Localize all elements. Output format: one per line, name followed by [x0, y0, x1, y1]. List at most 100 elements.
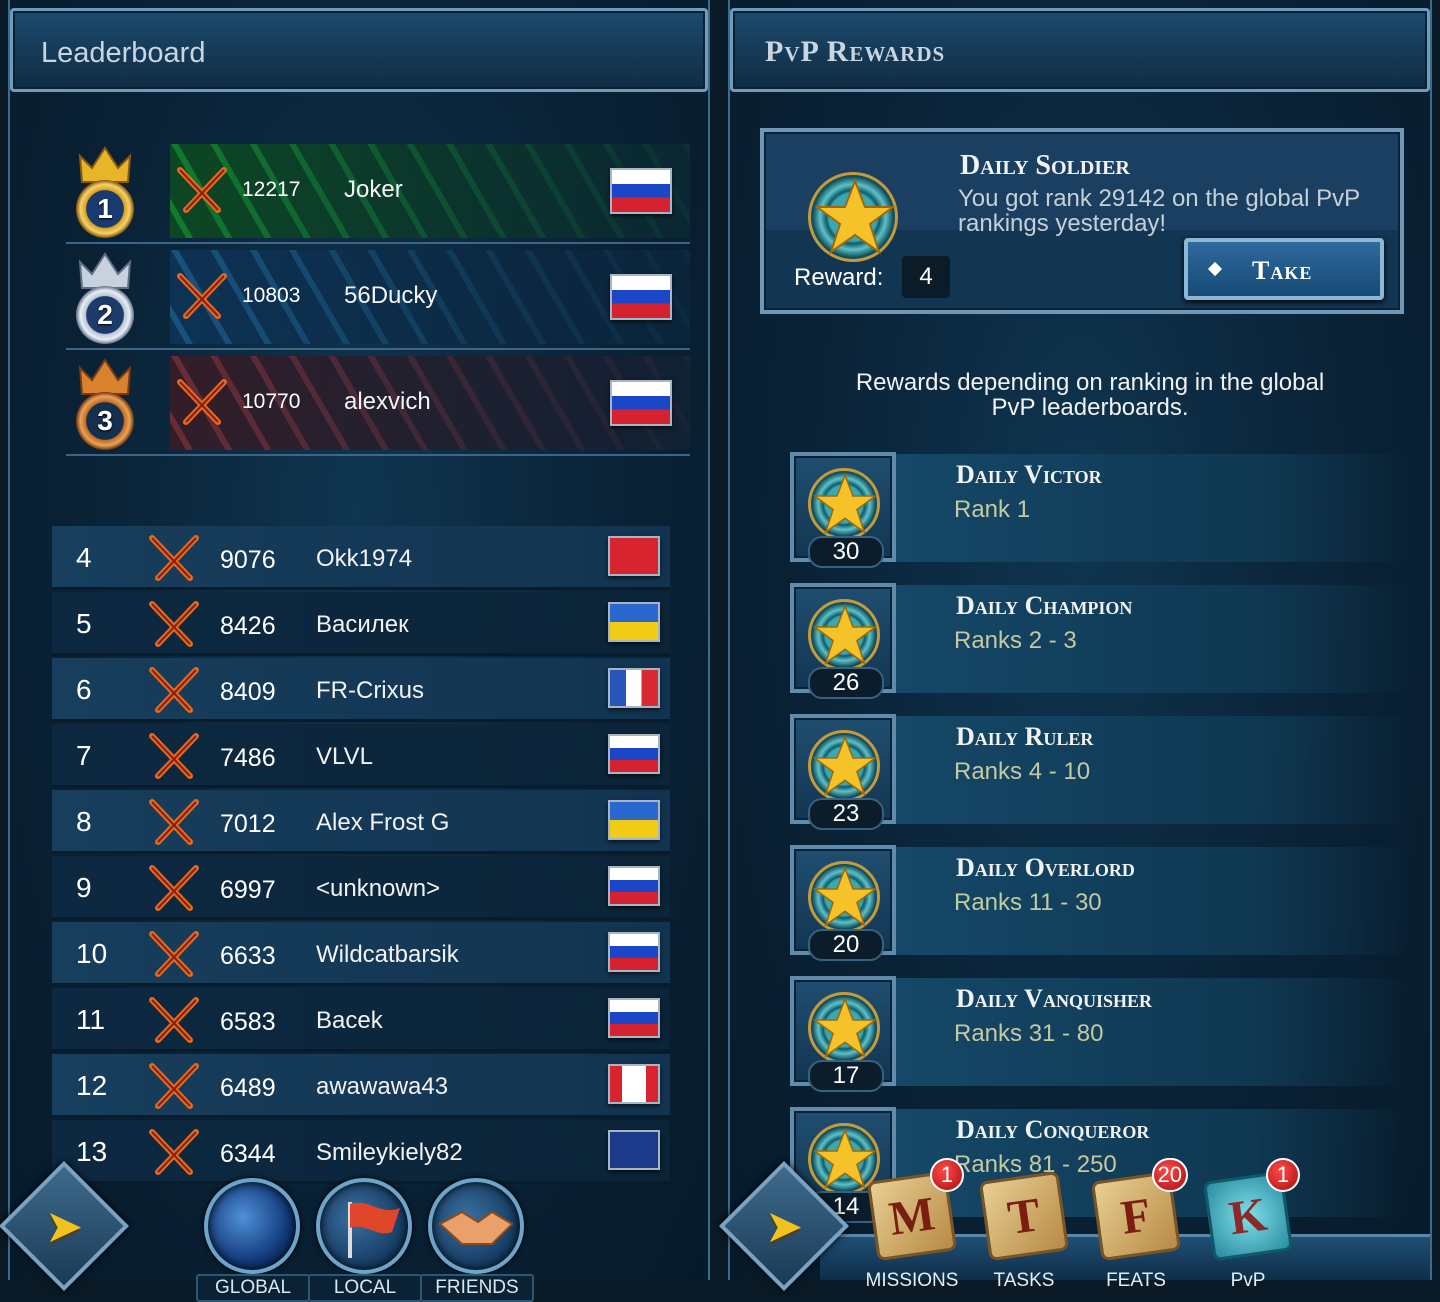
player-name: Okk1974 — [316, 545, 413, 572]
crossed-swords-icon — [149, 535, 199, 581]
crossed-swords-icon — [149, 931, 199, 977]
france-flag-icon — [608, 668, 660, 708]
turkey-flag-icon — [608, 536, 660, 576]
tab-pvp[interactable]: K 1 PvP — [1202, 1158, 1300, 1291]
star-medal-icon — [808, 468, 880, 540]
player-name: Joker — [344, 176, 403, 203]
gold-crown-medal-icon: 1 — [70, 146, 140, 238]
ukraine-flag-icon — [608, 800, 660, 840]
leaderboard-row-top-2[interactable]: 2 10803 56Ducky — [66, 246, 690, 350]
tier-name: Daily Overlord — [956, 853, 1135, 882]
ukraine-flag-icon — [608, 602, 660, 642]
crossed-swords-icon — [177, 379, 227, 425]
rank-number: 11 — [76, 1004, 106, 1035]
score: 6583 — [220, 1008, 276, 1036]
leaderboard-row[interactable]: 12 6489 awawawa43 — [52, 1054, 670, 1118]
russia-flag-icon — [608, 998, 660, 1038]
tab-friends[interactable]: FRIENDS — [420, 1178, 534, 1302]
back-arrow-icon: ➤ — [764, 1200, 804, 1252]
reward-count: 26 — [808, 667, 884, 699]
rank-number: 8 — [76, 806, 92, 837]
crossed-swords-icon — [149, 997, 199, 1043]
reward-value: 4 — [902, 256, 950, 298]
leaderboard-row[interactable]: 7 7486 VLVL — [52, 724, 670, 788]
score: 10803 — [242, 284, 301, 307]
crossed-swords-icon — [149, 799, 199, 845]
score: 6633 — [220, 942, 276, 970]
tab-local[interactable]: LOCAL — [308, 1178, 422, 1302]
score: 7486 — [220, 744, 276, 772]
tier-ranks: Ranks 11 - 30 — [954, 889, 1102, 916]
back-button[interactable]: ➤ — [0, 1160, 130, 1292]
crossed-swords-icon — [177, 273, 227, 319]
score: 6997 — [220, 876, 276, 904]
leaderboard-header: Leaderboard — [10, 8, 708, 92]
rank-number: 12 — [76, 1070, 108, 1101]
tab-feats[interactable]: F 20 FEATS — [1090, 1158, 1188, 1291]
notification-badge: 20 — [1151, 1158, 1188, 1192]
flag-on-pole-icon — [316, 1178, 412, 1274]
diamond-icon — [1207, 261, 1223, 277]
player-name: Василек — [316, 611, 409, 638]
canada-flag-icon — [608, 1064, 660, 1104]
take-button[interactable]: Take — [1184, 238, 1384, 300]
rank-number: 4 — [76, 542, 92, 573]
rank-number: 6 — [76, 674, 92, 705]
reward-count: 23 — [808, 798, 884, 830]
daily-reward-title: Daily Soldier — [960, 150, 1130, 181]
notification-badge: 1 — [1266, 1158, 1300, 1192]
leaderboard-row-top-3[interactable]: 3 10770 alexvich — [66, 352, 690, 456]
leaderboard-panel: Leaderboard 1 12217 Joker 2 10803 56Duck… — [0, 0, 710, 1302]
tier-ranks: Ranks 2 - 3 — [954, 627, 1077, 654]
reward-tier[interactable]: 23 Daily Ruler Ranks 4 - 10 — [790, 714, 1410, 830]
rewards-info-text: Rewards depending on ranking in the glob… — [855, 369, 1325, 421]
russia-flag-icon — [608, 932, 660, 972]
player-name: VLVL — [316, 743, 373, 770]
tab-global[interactable]: GLOBAL — [196, 1178, 310, 1302]
russia-flag-icon — [610, 168, 672, 214]
leaderboard-bottom-bar: ➤ GLOBAL LOCAL FRIENDS — [0, 1150, 708, 1302]
reward-tier[interactable]: 20 Daily Overlord Ranks 11 - 30 — [790, 845, 1410, 961]
leaderboard-row[interactable]: 11 6583 Bacek — [52, 988, 670, 1052]
leaderboard-row-top-1[interactable]: 1 12217 Joker — [66, 140, 690, 244]
tier-name: Daily Ruler — [956, 722, 1094, 751]
daily-reward-card: Daily Soldier You got rank 29142 on the … — [760, 128, 1404, 314]
leaderboard-row[interactable]: 5 8426 Василек — [52, 592, 670, 656]
pvp-bottom-bar: ➤ M 1 MISSIONS T TASKS F 20 FEATS K 1 PvP — [718, 1150, 1430, 1292]
reward-tier[interactable]: 26 Daily Champion Ranks 2 - 3 — [790, 583, 1410, 699]
globe-icon — [204, 1178, 300, 1274]
player-name: Bacek — [316, 1007, 383, 1034]
star-medal-icon — [808, 599, 880, 671]
crossed-swords-icon — [149, 733, 199, 779]
crossed-swords-icon — [177, 167, 227, 213]
score: 10770 — [242, 390, 301, 413]
rank-number: 10 — [76, 938, 108, 969]
crossed-swords-icon — [149, 601, 199, 647]
score: 9076 — [220, 546, 276, 574]
tab-missions[interactable]: M 1 MISSIONS — [866, 1158, 964, 1291]
crossed-swords-icon — [149, 865, 199, 911]
tab-tasks[interactable]: T TASKS — [978, 1170, 1070, 1291]
pvp-rewards-title: PvP Rewards — [765, 35, 946, 68]
back-arrow-icon: ➤ — [44, 1200, 84, 1252]
leaderboard-row[interactable]: 9 6997 <unknown> — [52, 856, 670, 920]
player-name: FR-Crixus — [316, 677, 424, 704]
rank-number: 9 — [76, 872, 92, 903]
tier-ranks: Rank 1 — [954, 496, 1031, 523]
leaderboard-row[interactable]: 6 8409 FR-Crixus — [52, 658, 670, 722]
tier-name: Daily Victor — [956, 460, 1102, 489]
leaderboard-row[interactable]: 4 9076 Okk1974 — [52, 526, 670, 590]
player-name: awawawa43 — [316, 1073, 449, 1100]
tab-label: TASKS — [993, 1270, 1055, 1291]
russia-flag-icon — [608, 866, 660, 906]
pvp-rewards-panel: PvP Rewards Daily Soldier You got rank 2… — [718, 0, 1432, 1292]
reward-tier[interactable]: 30 Daily Victor Rank 1 — [790, 452, 1410, 568]
score: 6489 — [220, 1074, 276, 1102]
tab-label: PvP — [1230, 1270, 1266, 1291]
reward-tier[interactable]: 17 Daily Vanquisher Ranks 31 - 80 — [790, 976, 1410, 1092]
rank-number: 5 — [76, 608, 92, 639]
tasks-scroll-icon: T — [978, 1170, 1070, 1262]
leaderboard-row[interactable]: 10 6633 Wildcatbarsik — [52, 922, 670, 986]
crossed-swords-icon — [149, 667, 199, 713]
leaderboard-row[interactable]: 8 7012 Alex Frost G — [52, 790, 670, 854]
